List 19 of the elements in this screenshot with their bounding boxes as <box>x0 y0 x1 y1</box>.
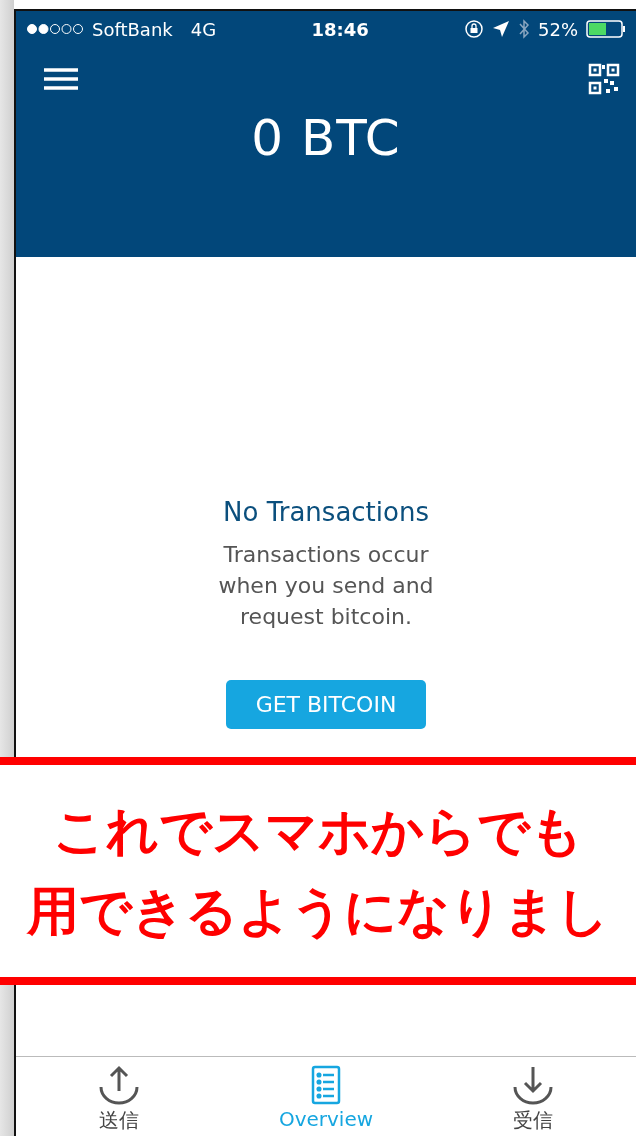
annotation-text: これでスマホからでも <box>53 800 583 863</box>
empty-state-message: Transactions occur when you send and request bitcoin. <box>217 541 435 631</box>
signal-icon <box>26 23 84 35</box>
empty-state-title: No Transactions <box>223 497 429 527</box>
qr-code-icon <box>588 63 620 95</box>
location-arrow-icon <box>492 20 510 38</box>
balance-amount: 0 BTC <box>250 109 402 167</box>
tab-bar-item[interactable]: 受信 <box>429 1057 636 1136</box>
menu-icon <box>44 67 78 91</box>
annotation-text: 用できるようになりまし <box>27 880 609 943</box>
rotation-lock-icon <box>464 19 484 39</box>
network-type: 4G <box>190 18 217 40</box>
bluetooth-icon <box>518 19 530 39</box>
list-icon <box>311 1065 341 1105</box>
carrier-name: SoftBank <box>92 18 173 40</box>
tab-bar-item[interactable]: 送信 <box>16 1057 223 1136</box>
clock: 18:46 <box>311 18 369 40</box>
battery-percentage: 52% <box>538 18 578 40</box>
battery-icon <box>586 20 626 38</box>
